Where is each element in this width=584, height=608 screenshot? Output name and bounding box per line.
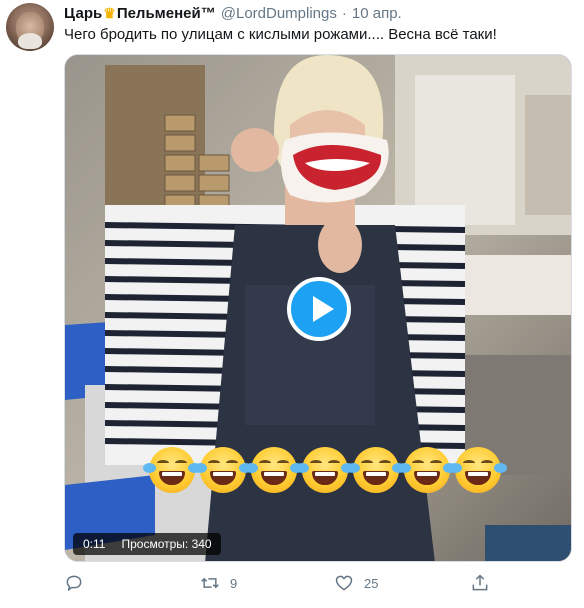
- share-button[interactable]: [470, 572, 490, 594]
- video-views: Просмотры: 340: [121, 537, 212, 551]
- tweet-header: Царь♛Пельменей™ @LordDumplings · 10 апр.: [64, 4, 402, 22]
- play-icon: [313, 296, 334, 322]
- crown-icon: ♛: [103, 4, 116, 21]
- avatar[interactable]: [6, 3, 54, 51]
- video-player[interactable]: 0:11 Просмотры: 340: [64, 54, 572, 562]
- face-with-tears-of-joy-icon: [296, 447, 354, 493]
- display-name-part1[interactable]: Царь: [64, 5, 102, 22]
- retweet-icon: [201, 577, 219, 589]
- play-button[interactable]: [287, 277, 351, 341]
- tweet-text: Чего бродить по улицам с кислыми рожами.…: [64, 26, 497, 43]
- retweet-count: 9: [230, 575, 238, 591]
- emoji-row: [143, 447, 507, 493]
- face-with-tears-of-joy-icon: [449, 447, 507, 493]
- share-icon: [472, 574, 488, 591]
- face-with-tears-of-joy-icon: [347, 447, 405, 493]
- display-name[interactable]: Царь♛Пельменей™: [64, 5, 216, 22]
- retweet-button[interactable]: 9: [200, 572, 237, 594]
- tweet-date[interactable]: 10 апр.: [352, 5, 402, 22]
- face-with-tears-of-joy-icon: [245, 447, 303, 493]
- user-handle[interactable]: @LordDumplings: [221, 5, 337, 22]
- video-info-badge: 0:11 Просмотры: 340: [73, 533, 221, 555]
- face-with-tears-of-joy-icon: [398, 447, 456, 493]
- face-with-tears-of-joy-icon: [143, 447, 201, 493]
- avatar-beard: [18, 33, 42, 49]
- like-button[interactable]: 25: [334, 572, 378, 594]
- like-count: 25: [364, 575, 379, 591]
- heart-icon: [335, 575, 353, 591]
- tweet-actions: 9 25: [64, 572, 524, 594]
- separator-dot: ·: [341, 4, 347, 22]
- tweet[interactable]: Царь♛Пельменей™ @LordDumplings · 10 апр.…: [0, 0, 584, 608]
- video-duration: 0:11: [83, 537, 106, 551]
- face-with-tears-of-joy-icon: [194, 447, 252, 493]
- reply-button[interactable]: [64, 572, 94, 594]
- display-name-part2[interactable]: Пельменей™: [117, 5, 216, 22]
- reply-icon: [66, 575, 82, 591]
